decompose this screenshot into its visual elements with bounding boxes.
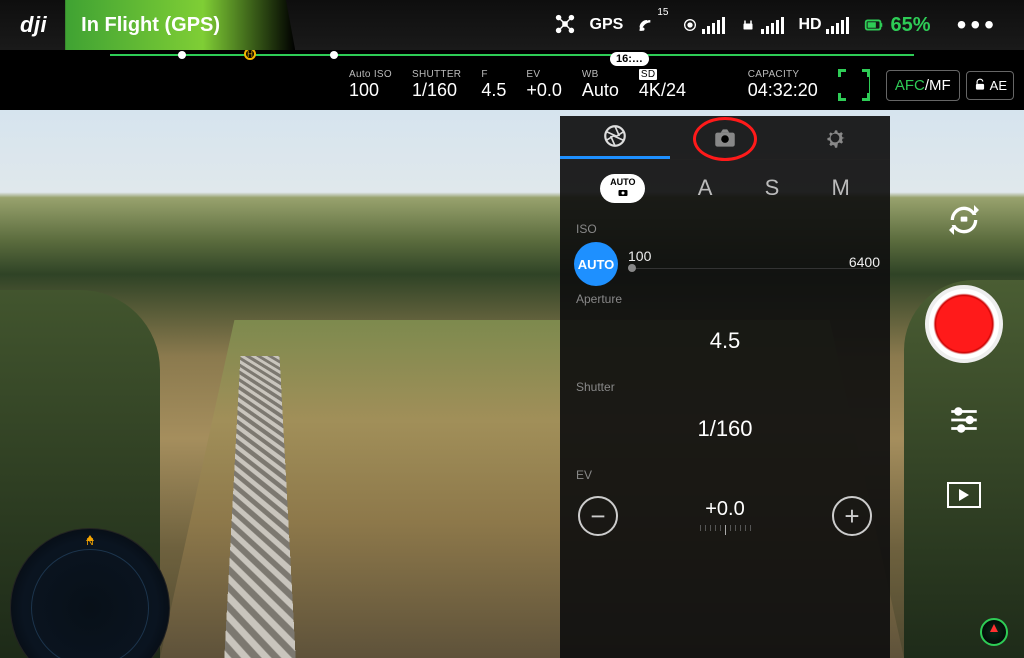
param-f-label: F (481, 69, 506, 80)
battery-indicator[interactable]: 65% (863, 14, 931, 37)
param-capacity[interactable]: CAPACITY 04:32:20 (738, 69, 828, 101)
top-status-bar: dji In Flight (GPS) GPS 15 HD (0, 0, 1024, 50)
param-format[interactable]: SD 4K/24 (629, 69, 696, 101)
iso-row: AUTO 100 6400 (560, 242, 890, 286)
camera-settings-icon[interactable] (947, 403, 981, 442)
flight-status-chip[interactable]: In Flight (GPS) (65, 0, 295, 50)
sat-count: 15 (657, 7, 668, 18)
focus-mode-toggle[interactable]: AFC/MF (886, 70, 960, 101)
param-wb-label: WB (582, 69, 619, 80)
param-iso-label: Auto ISO (349, 69, 392, 80)
param-format-label: SD (639, 69, 686, 80)
controller-signal-icon[interactable] (739, 16, 784, 34)
satellite-icon[interactable]: 15 (637, 15, 668, 35)
playback-icon[interactable] (947, 482, 981, 508)
panel-tabs (560, 116, 890, 160)
drone-icon[interactable] (554, 13, 576, 38)
mode-auto-button[interactable]: AUTO (600, 174, 645, 203)
compass-icon[interactable] (980, 618, 1008, 646)
aperture-section-label: Aperture (560, 286, 890, 312)
iso-max-label: 6400 (849, 254, 880, 270)
ae-label: AE (990, 78, 1007, 93)
battery-timeline: H 16:… (0, 50, 1024, 60)
iso-slider[interactable]: 100 6400 (628, 254, 876, 274)
iso-auto-pill[interactable]: AUTO (574, 242, 618, 286)
mode-s-button[interactable]: S (765, 175, 780, 201)
more-menu-icon[interactable]: ••• (945, 9, 1010, 41)
aperture-value[interactable]: 4.5 (560, 312, 890, 374)
param-iso[interactable]: Auto ISO 100 (339, 69, 402, 101)
param-wb-value: Auto (582, 80, 619, 101)
focus-frame-icon[interactable] (838, 69, 870, 101)
mode-m-button[interactable]: M (832, 175, 850, 201)
iso-min-label: 100 (628, 248, 651, 264)
param-f-value: 4.5 (481, 80, 506, 101)
mode-a-button[interactable]: A (698, 175, 713, 201)
param-iso-value: 100 (349, 80, 392, 101)
hd-label: HD (798, 16, 821, 34)
right-controls (924, 200, 1004, 508)
camera-settings-panel: AUTO A S M ISO AUTO 100 6400 Aperture 4.… (560, 116, 890, 658)
ev-minus-button[interactable]: − (578, 496, 618, 536)
param-shutter-label: SHUTTER (412, 69, 461, 80)
param-ev[interactable]: EV +0.0 (516, 69, 572, 101)
unlock-icon (973, 78, 987, 92)
camera-params-bar: Auto ISO 100 SHUTTER 1/160 F 4.5 EV +0.0… (335, 60, 1018, 110)
exposure-mode-row: AUTO A S M (560, 160, 890, 216)
ev-scale (700, 525, 751, 535)
gps-label: GPS (590, 16, 624, 34)
shutter-value[interactable]: 1/160 (560, 400, 890, 462)
north-label: N (86, 537, 93, 548)
param-capacity-label: CAPACITY (748, 69, 818, 80)
ev-value: +0.0 (700, 498, 751, 521)
camera-icon (615, 187, 631, 199)
iso-slider-knob[interactable] (628, 264, 636, 272)
timeline-time: 16:… (610, 52, 649, 66)
param-wb[interactable]: WB Auto (572, 69, 629, 101)
battery-percent: 65% (891, 14, 931, 37)
iso-section-label: ISO (560, 216, 890, 242)
shutter-section-label: Shutter (560, 374, 890, 400)
ae-lock-toggle[interactable]: AE (966, 71, 1014, 100)
ev-plus-button[interactable]: + (832, 496, 872, 536)
param-ev-label: EV (526, 69, 562, 80)
record-button[interactable] (925, 285, 1003, 363)
tab-aperture-icon[interactable] (560, 116, 670, 159)
hd-signal-icon[interactable]: HD (798, 16, 848, 34)
mf-label: MF (929, 77, 951, 94)
dji-logo[interactable]: dji (20, 12, 47, 38)
tab-camera-icon[interactable] (670, 116, 780, 159)
ev-section-label: EV (560, 462, 890, 488)
param-shutter[interactable]: SHUTTER 1/160 (402, 69, 471, 101)
param-capacity-value: 04:32:20 (748, 80, 818, 101)
param-f[interactable]: F 4.5 (471, 69, 516, 101)
switch-camera-icon[interactable] (944, 200, 984, 245)
ev-row: − +0.0 + (560, 488, 890, 536)
param-format-value: 4K/24 (639, 80, 686, 101)
rc-signal-icon[interactable] (682, 16, 725, 34)
param-shutter-value: 1/160 (412, 80, 461, 101)
mode-auto-label: AUTO (610, 178, 635, 187)
tab-settings-gear-icon[interactable] (780, 116, 890, 159)
afc-label: AFC (895, 77, 925, 94)
param-ev-value: +0.0 (526, 80, 562, 101)
